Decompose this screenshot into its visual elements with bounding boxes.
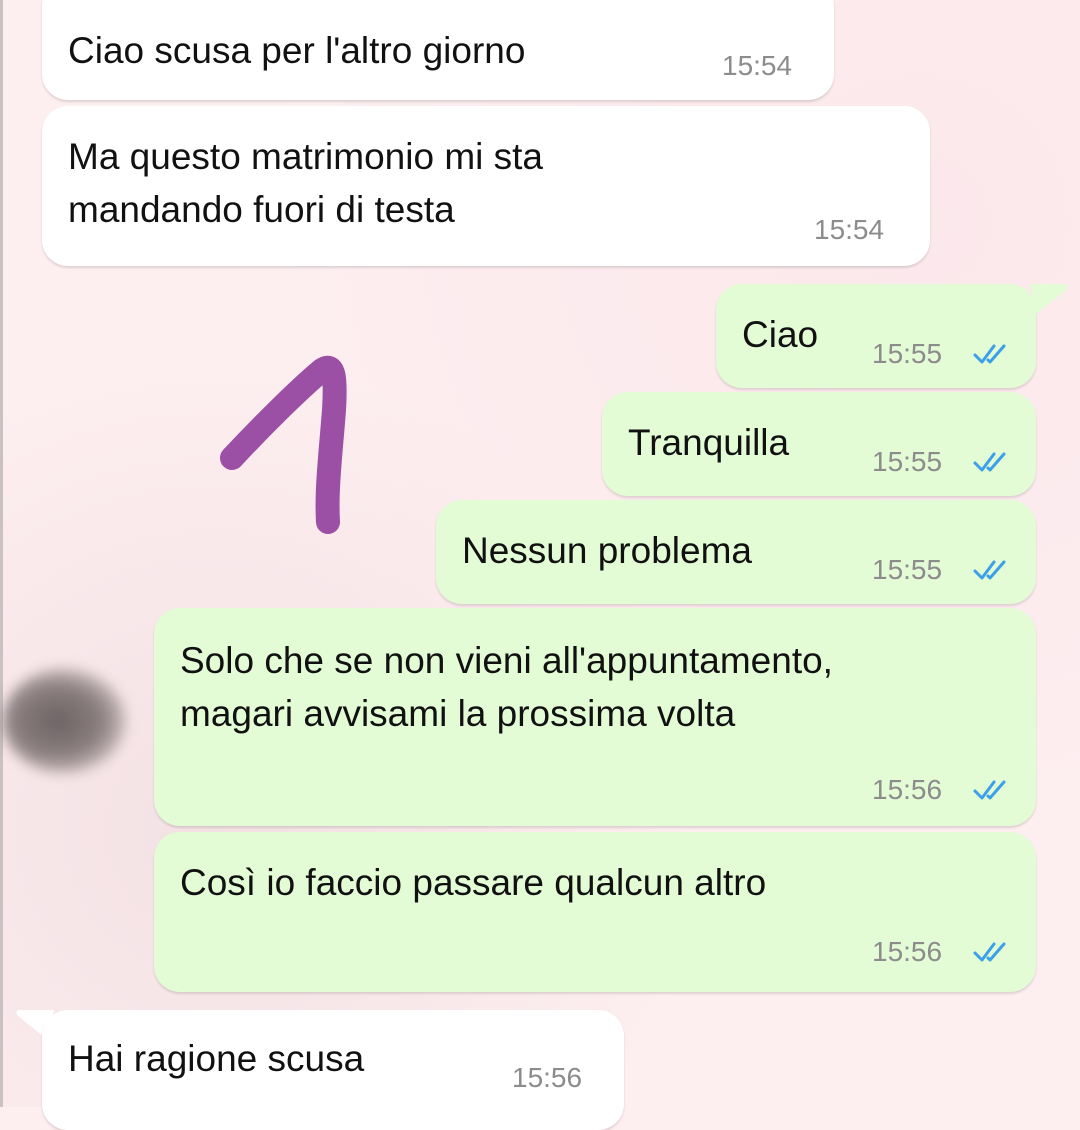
message-text: Così io faccio passare qualcun altro (180, 862, 767, 903)
message-bubble-incoming[interactable]: Ciao scusa per l'altro giorno 15:54 (42, 0, 834, 100)
message-time: 15:54 (722, 50, 793, 81)
message-bubble-outgoing[interactable]: Nessun problema 15:55 (436, 500, 1036, 604)
message-text: Nessun problema (462, 530, 752, 571)
message-text: Solo che se non vieni all'appuntamento, … (180, 640, 833, 734)
message-text: Ma questo matrimonio mi sta mandando fuo… (68, 136, 544, 230)
message-bubble-incoming[interactable]: Ma questo matrimonio mi sta mandando fuo… (42, 106, 930, 266)
message-bubble-incoming[interactable]: Hai ragione scusa 15:56 (42, 1010, 624, 1130)
message-bubble-outgoing[interactable]: Solo che se non vieni all'appuntamento, … (154, 608, 1036, 826)
message-text: Hai ragione scusa (68, 1038, 365, 1079)
message-time: 15:54 (814, 214, 885, 245)
double-check-icon (973, 452, 1006, 472)
message-bubble-outgoing[interactable]: Ciao 15:55 (716, 284, 1036, 388)
bubble-tail-outgoing (1030, 284, 1068, 314)
message-text: Ciao (742, 314, 819, 355)
message-time: 15:56 (872, 774, 943, 805)
double-check-icon (973, 780, 1006, 800)
message-time: 15:55 (872, 446, 943, 477)
message-bubble-outgoing[interactable]: Tranquilla 15:55 (602, 392, 1036, 496)
double-check-icon (973, 560, 1006, 580)
screen-edge (0, 0, 3, 1107)
message-time: 15:56 (872, 936, 943, 967)
message-text: Ciao scusa per l'altro giorno (68, 30, 526, 71)
message-bubble-outgoing[interactable]: Così io faccio passare qualcun altro 15:… (154, 832, 1036, 992)
message-time: 15:55 (872, 338, 943, 369)
message-time: 15:55 (872, 554, 943, 585)
blurred-avatar (2, 668, 126, 774)
hand-drawn-number-1 (220, 356, 347, 534)
double-check-icon (973, 344, 1006, 364)
double-check-icon (973, 942, 1006, 962)
message-text: Tranquilla (628, 422, 790, 463)
message-time: 15:56 (512, 1062, 583, 1093)
